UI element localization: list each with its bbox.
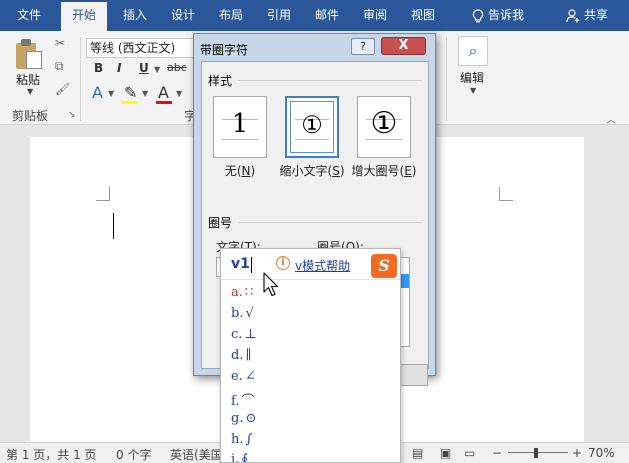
mouse-pointer-icon <box>263 272 279 297</box>
paste-button[interactable]: 粘贴 <box>16 71 40 88</box>
close-button[interactable]: X <box>381 37 426 55</box>
print-layout-icon[interactable]: ▣ <box>440 446 451 460</box>
ime-help-link[interactable]: v模式帮助 <box>295 257 350 274</box>
tell-me-label: 告诉我 <box>487 8 524 22</box>
tab-file[interactable]: 文件 <box>8 0 50 31</box>
crop-mark <box>499 187 513 201</box>
tab-design[interactable]: 设计 <box>163 0 203 31</box>
candidate-item[interactable]: i. ∮ <box>231 452 248 462</box>
chevron-down-icon[interactable]: ▼ <box>154 65 160 74</box>
highlight-icon[interactable]: ✎ <box>124 83 137 102</box>
ribbon-tab-bar: 文件 开始 插入 设计 布局 引用 邮件 审阅 视图 告诉我 共享 <box>0 0 629 31</box>
font-color-button[interactable]: A <box>158 83 169 102</box>
person-add-icon <box>566 8 580 22</box>
clipboard-group-label: 剪贴板 <box>12 109 49 123</box>
circle-section-label: 圈号 <box>208 216 233 230</box>
text-effects-icon[interactable]: A <box>92 83 103 102</box>
language-indicator[interactable]: 英语(美国 <box>170 446 223 463</box>
style-none-glyph: 1 <box>231 109 249 139</box>
chevron-down-icon[interactable]: ▼ <box>470 86 476 95</box>
help-button[interactable]: ? <box>351 38 375 55</box>
share-label: 共享 <box>583 8 608 22</box>
zoom-level[interactable]: 70% <box>588 446 615 460</box>
style-section-label: 样式 <box>208 74 233 88</box>
chevron-down-icon[interactable]: ▼ <box>176 89 182 98</box>
chevron-down-icon[interactable]: ▼ <box>27 87 33 96</box>
candidate-item[interactable]: e. ∠ <box>231 369 256 384</box>
chevron-down-icon[interactable]: ▼ <box>108 89 114 98</box>
candidate-item[interactable]: b. √ <box>231 306 254 321</box>
font-name-select[interactable]: 等线 (西文正文) <box>86 38 194 58</box>
ime-input-text: v1 <box>231 256 250 272</box>
dialog-launcher-icon[interactable]: ↘ <box>68 110 76 120</box>
cancel-button[interactable] <box>398 364 428 386</box>
tab-mailings[interactable]: 邮件 <box>307 0 347 31</box>
tell-me-button[interactable]: 告诉我 <box>458 0 538 31</box>
tab-references[interactable]: 引用 <box>259 0 299 31</box>
zoom-in-button[interactable]: + <box>572 446 582 460</box>
tab-insert[interactable]: 插入 <box>115 0 155 31</box>
text-cursor <box>113 213 114 239</box>
font-color-swatch <box>156 101 172 104</box>
candidate-item[interactable]: h. ∫ <box>231 432 252 447</box>
style-shrink-glyph: ① <box>301 111 323 139</box>
format-painter-icon[interactable]: 🖌 <box>55 82 70 96</box>
clipboard-icon[interactable] <box>16 39 42 69</box>
dialog-title: 带圈字符 <box>200 43 249 57</box>
tab-view[interactable]: 视图 <box>403 0 443 31</box>
read-mode-icon[interactable]: ▤ <box>412 446 423 460</box>
web-layout-icon[interactable]: ▭ <box>464 446 475 460</box>
ime-candidate-window: v1 i v模式帮助 S a. ∷ b. √ c. ⊥ d. ∥ e. ∠ f. ⌒ g. ⊙… <box>220 248 401 463</box>
style-none-option[interactable]: 1 <box>213 96 267 158</box>
crop-mark <box>96 187 110 201</box>
candidate-item[interactable]: g. ⊙ <box>231 411 256 426</box>
style-shrink-text-option[interactable]: ① <box>285 96 339 158</box>
guide-line <box>295 139 329 140</box>
style-enlarge-glyph: ① <box>370 106 398 141</box>
divider <box>238 222 422 223</box>
strikethrough-button[interactable]: abc <box>167 61 187 74</box>
tab-home[interactable]: 开始 <box>61 2 107 31</box>
sogou-logo-icon[interactable]: S <box>371 254 397 278</box>
search-icon[interactable]: ⌕ <box>458 36 488 66</box>
style-shrink-label[interactable]: 缩小文字(S) <box>272 162 352 179</box>
chevron-down-icon[interactable]: ▼ <box>142 89 148 98</box>
divider <box>80 37 81 121</box>
zoom-slider-thumb[interactable] <box>534 448 538 458</box>
style-enlarge-symbol-option[interactable]: ① <box>357 96 411 158</box>
tab-layout[interactable]: 布局 <box>211 0 251 31</box>
candidate-item[interactable]: c. ⊥ <box>231 327 257 342</box>
zoom-slider[interactable] <box>508 452 568 453</box>
style-enlarge-label[interactable]: 增大圈号(E) <box>344 162 424 179</box>
scissors-icon[interactable]: ✂ <box>55 36 65 50</box>
candidate-item[interactable]: d. ∥ <box>231 348 251 363</box>
divider <box>446 37 447 121</box>
share-button[interactable]: 共享 <box>556 0 618 31</box>
bold-button[interactable]: B <box>94 61 103 75</box>
lightbulb-icon <box>472 8 484 22</box>
collapse-ribbon-icon[interactable]: ︿ <box>606 111 616 126</box>
info-icon[interactable]: i <box>276 256 290 270</box>
tab-review[interactable]: 审阅 <box>355 0 395 31</box>
copy-icon[interactable]: ⧉ <box>55 59 64 74</box>
italic-button[interactable]: I <box>117 61 121 75</box>
underline-button[interactable]: U <box>139 61 149 75</box>
highlight-color-swatch <box>122 101 138 104</box>
word-count[interactable]: 0 个字 <box>116 446 151 463</box>
divider <box>238 80 422 81</box>
zoom-out-button[interactable]: − <box>492 446 502 460</box>
style-none-label[interactable]: 无(N) <box>200 162 280 179</box>
guide-line <box>222 139 258 140</box>
ime-cursor <box>251 257 252 273</box>
editing-button[interactable]: 编辑 <box>460 69 484 86</box>
page-count[interactable]: 第 1 页，共 1 页 <box>6 446 97 463</box>
candidate-item[interactable]: f. ⌒ <box>231 390 255 409</box>
divider <box>221 279 400 280</box>
candidate-item[interactable]: a. ∷ <box>231 285 253 300</box>
